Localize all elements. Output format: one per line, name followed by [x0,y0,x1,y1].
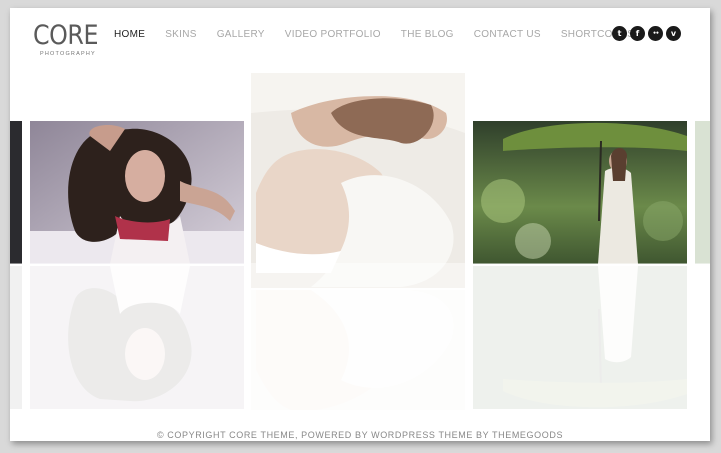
photo-woman-lying-white[interactable] [251,73,465,288]
logo-tagline: PHOTOGRAPHY [40,51,96,57]
facebook-icon[interactable]: f [630,26,645,41]
nav-item-contact-us[interactable]: CONTACT US [474,29,541,40]
nav-item-skins[interactable]: SKINS [165,29,197,40]
photo-edge-left[interactable] [10,121,22,264]
nav-item-gallery[interactable]: GALLERY [217,29,265,40]
photo-gallery-carousel [10,73,710,423]
nav-item-video-portfolio[interactable]: VIDEO PORTFOLIO [285,29,381,40]
photo-edge-right[interactable] [695,121,710,264]
page-frame: CORE PHOTOGRAPHY HOME SKINS GALLERY VIDE… [10,8,710,441]
main-nav: HOME SKINS GALLERY VIDEO PORTFOLIO THE B… [114,29,654,40]
photo-woman-curly-hair[interactable] [30,121,244,264]
logo-wordmark: CORE [33,20,99,51]
twitter-icon[interactable]: t [612,26,627,41]
nav-item-home[interactable]: HOME [114,29,145,40]
footer-copyright: © COPYRIGHT CORE THEME, POWERED BY WORDP… [156,430,564,440]
flickr-icon[interactable]: •• [648,26,663,41]
vimeo-icon[interactable]: v [666,26,681,41]
site-logo[interactable]: CORE PHOTOGRAPHY [33,20,107,58]
nav-item-the-blog[interactable]: THE BLOG [401,29,454,40]
social-links: t f •• v [609,26,681,41]
reflection-veil [10,263,710,423]
photo-woman-umbrella-forest[interactable] [473,121,687,264]
